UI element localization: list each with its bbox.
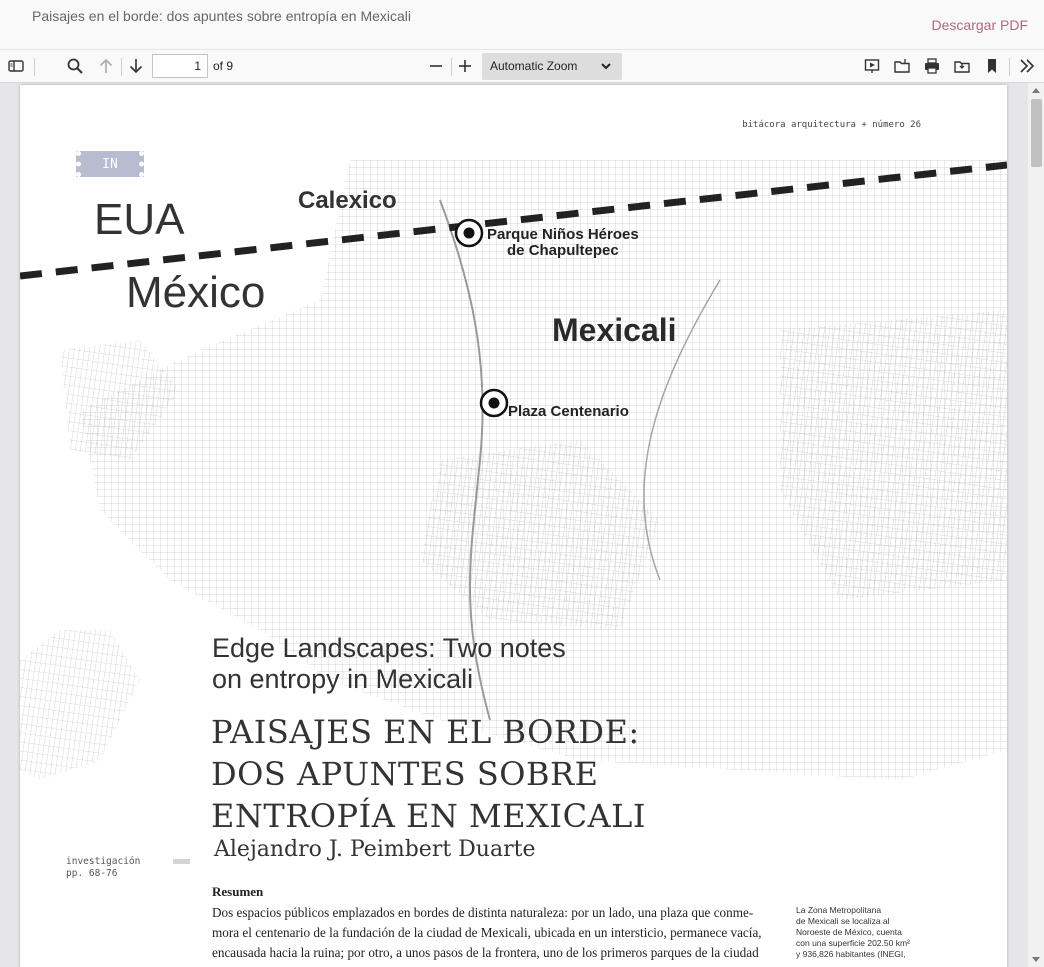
journal-header: bitácora arquitectura + número 26 — [742, 120, 921, 130]
title-line: DOS APUNTES SOBRE — [211, 755, 599, 793]
download-pdf-link[interactable]: Descargar PDF — [932, 17, 1028, 33]
side-note-line: La Zona Metropolitana — [796, 905, 882, 915]
title-line: on entropy in Mexicali — [212, 664, 474, 694]
folder-open-icon — [894, 59, 910, 73]
download-button[interactable] — [950, 54, 974, 78]
pdf-page: bitácora arquitectura + número 26 IN EUA… — [20, 85, 1007, 967]
presentation-mode-button[interactable] — [860, 54, 884, 78]
arrow-up-icon — [99, 58, 113, 73]
english-title: Edge Landscapes: Two notes on entropy in… — [212, 633, 566, 695]
toolbar-separator — [1009, 58, 1010, 76]
title-line: PAISAJES EN EL BORDE: — [211, 713, 640, 751]
page-count-label: of 9 — [213, 59, 234, 73]
side-note-line: Noroeste de México, cuenta — [796, 927, 902, 937]
next-page-button[interactable] — [124, 54, 148, 78]
toolbar-separator — [451, 58, 452, 76]
tools-menu-button[interactable] — [1015, 54, 1039, 78]
category-line: investigación — [66, 856, 141, 867]
abstract-line: Dos espacios públicos emplazados en bord… — [212, 905, 754, 920]
scrollbar-thumb[interactable] — [1031, 99, 1042, 167]
find-button[interactable] — [63, 54, 87, 78]
plus-icon — [459, 60, 471, 72]
double-chevron-right-icon — [1020, 59, 1035, 73]
map-label-parque: Parque Niños Héroes de Chapultepec — [487, 227, 639, 259]
sidebar-toggle-button[interactable] — [4, 54, 28, 78]
zoom-out-button[interactable] — [424, 54, 448, 78]
open-file-button[interactable] — [890, 54, 914, 78]
zoom-in-button[interactable] — [453, 54, 477, 78]
map-label-mexicali: Mexicali — [552, 312, 677, 348]
document-header: Paisajes en el borde: dos apuntes sobre … — [0, 0, 1044, 50]
side-note-line: de Mexicali se localiza al — [796, 916, 890, 926]
map-label-calexico: Calexico — [298, 187, 397, 214]
side-note-line: y 936,826 habitantes (INEGI, — [796, 949, 906, 959]
author-name: Alejandro J. Peimbert Duarte — [214, 837, 536, 862]
chevron-down-icon — [601, 63, 611, 70]
previous-page-button[interactable] — [94, 54, 118, 78]
spanish-title: PAISAJES EN EL BORDE: DOS APUNTES SOBRE … — [211, 711, 646, 837]
category-label: investigación pp. 68-76 — [66, 856, 140, 880]
search-icon — [67, 58, 83, 74]
arrow-down-icon — [129, 59, 143, 74]
map-label-line: de Chapultepec — [507, 242, 619, 259]
toolbar-separator — [121, 58, 122, 76]
map-label-usa: EUA — [94, 195, 185, 244]
print-button[interactable] — [920, 54, 944, 78]
title-line: Edge Landscapes: Two notes — [212, 633, 566, 663]
abstract-text: Dos espacios públicos emplazados en bord… — [212, 903, 778, 963]
zoom-select[interactable]: Automatic Zoom — [482, 53, 622, 80]
category-line: pp. 68-76 — [66, 868, 118, 879]
save-icon — [954, 61, 970, 73]
document-viewer[interactable]: bitácora arquitectura + número 26 IN EUA… — [0, 83, 1044, 967]
document-title: Paisajes en el borde: dos apuntes sobre … — [32, 8, 412, 24]
abstract-line: mora el centenario de la fundación de la… — [212, 925, 762, 940]
zoom-select-value: Automatic Zoom — [490, 59, 578, 73]
map-label-plaza: Plaza Centenario — [508, 403, 629, 420]
side-note: La Zona Metropolitana de Mexicali se loc… — [796, 905, 926, 960]
page-number-input[interactable] — [152, 54, 208, 78]
bookmark-button[interactable] — [980, 54, 1004, 78]
abstract-heading: Resumen — [212, 884, 264, 899]
scroll-up-arrow-icon[interactable] — [1032, 88, 1040, 93]
vertical-scrollbar[interactable] — [1028, 83, 1044, 967]
minus-icon — [430, 65, 442, 67]
map-label-mexico: México — [126, 268, 266, 317]
bookmark-icon — [988, 59, 996, 73]
scroll-down-arrow-icon[interactable] — [1032, 957, 1040, 962]
sidebar-icon — [8, 60, 24, 72]
side-note-line: con una superficie 202.50 km² — [796, 938, 910, 948]
presentation-icon — [864, 59, 880, 73]
map-label-line: Parque Niños Héroes — [487, 226, 639, 243]
printer-icon — [925, 58, 939, 74]
toolbar-separator — [34, 58, 35, 76]
title-line: ENTROPÍA EN MEXICALI — [211, 797, 647, 835]
abstract-line: encausada hacia la ruina; por otro, a un… — [212, 945, 759, 960]
category-marker — [173, 859, 190, 864]
